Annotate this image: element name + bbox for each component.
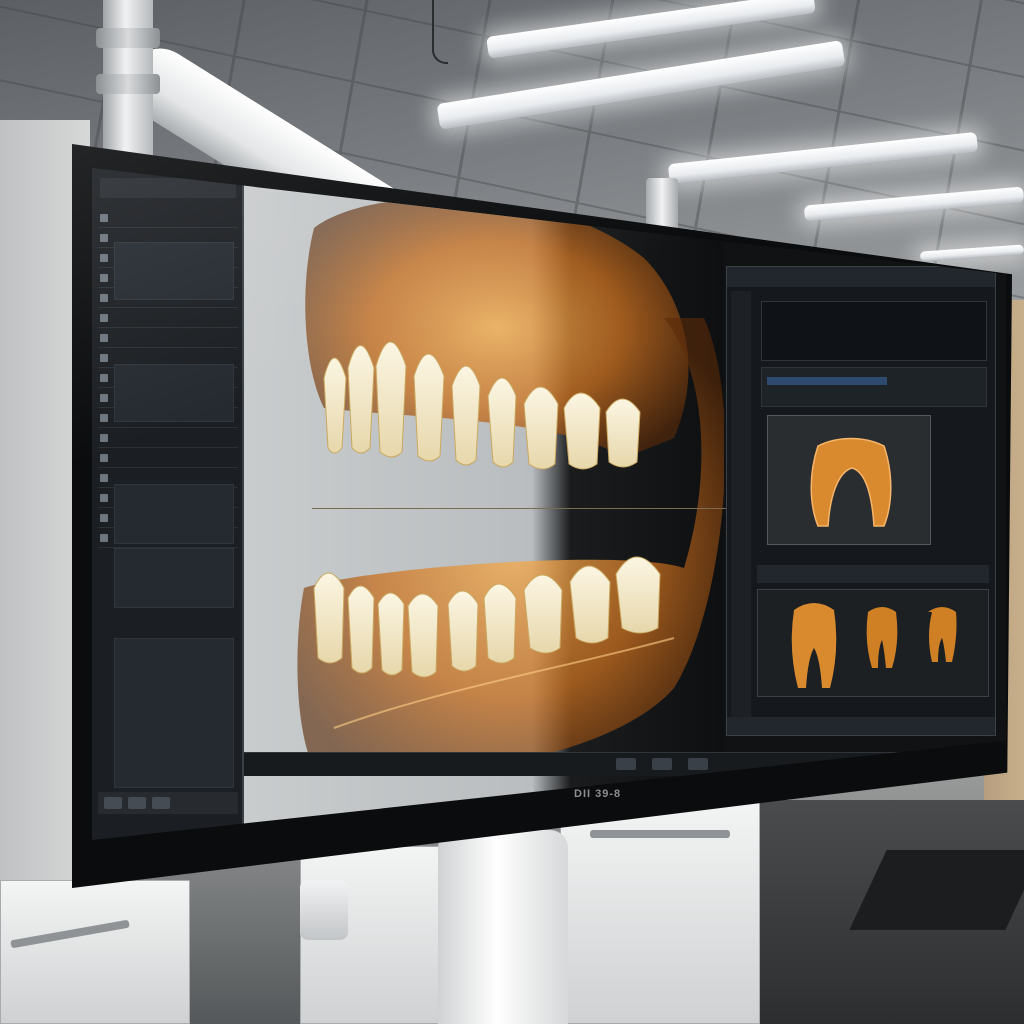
rotate-icon [100, 533, 108, 542]
rotate-icon [100, 293, 108, 302]
density-graph [761, 301, 987, 361]
sidebar-panel [114, 548, 234, 608]
sidebar-item[interactable] [98, 328, 238, 348]
cable [432, 0, 448, 64]
sidebar-item[interactable] [98, 428, 238, 448]
3d-jaw-viewport[interactable] [244, 168, 726, 840]
cabinet-handle[interactable] [590, 830, 730, 838]
analysis-panel [726, 266, 996, 736]
jaw-rendering [297, 197, 726, 776]
layers-icon [100, 493, 108, 502]
ruler-icon [100, 513, 108, 522]
measurement-line [312, 508, 732, 509]
ruler-icon [100, 273, 108, 282]
slider-thumb[interactable] [767, 377, 887, 385]
sidebar-panel [114, 638, 234, 788]
sidebar-panel [114, 242, 234, 300]
analysis-panel-header [727, 267, 995, 287]
zoom-icon [100, 313, 108, 322]
rotate-icon [100, 413, 108, 422]
search-icon [100, 333, 108, 342]
gear-icon [100, 473, 108, 482]
layers-icon [100, 253, 108, 262]
zoom-icon[interactable] [616, 758, 636, 770]
range-slider[interactable] [761, 367, 987, 407]
analysis-toolbar [731, 291, 751, 731]
software-sidebar [92, 168, 244, 840]
sidebar-item[interactable] [98, 308, 238, 328]
search-icon [100, 453, 108, 462]
sidebar-panel [114, 484, 234, 544]
ruler-icon [100, 393, 108, 402]
floor-unit [438, 830, 568, 1024]
arm-joint [96, 28, 160, 48]
monitor-screen [92, 168, 1006, 840]
panel-separator [757, 565, 989, 583]
tooth-slices [757, 589, 989, 697]
cabinet-left [0, 880, 190, 1024]
layers-icon [100, 373, 108, 382]
arm-joint [96, 74, 160, 94]
sidebar-panel [114, 364, 234, 422]
settings-button[interactable] [152, 797, 170, 809]
search-icon [100, 213, 108, 222]
gear-icon [100, 233, 108, 242]
rotate-icon[interactable] [652, 758, 672, 770]
gear-icon [100, 353, 108, 362]
water-unit [300, 880, 348, 940]
tooth-slice-models [791, 603, 957, 688]
play-button[interactable] [104, 797, 122, 809]
arch-preview[interactable] [767, 415, 931, 545]
arch-model [810, 437, 892, 527]
monitor-brand: DII 39-8 [574, 788, 622, 800]
sidebar-item[interactable] [98, 208, 238, 228]
zoom-icon [100, 433, 108, 442]
stop-button[interactable] [128, 797, 146, 809]
sidebar-toolbar [98, 792, 238, 814]
sidebar-item[interactable] [98, 448, 238, 468]
ruler-icon[interactable] [688, 758, 708, 770]
analysis-panel-footer [727, 717, 995, 735]
